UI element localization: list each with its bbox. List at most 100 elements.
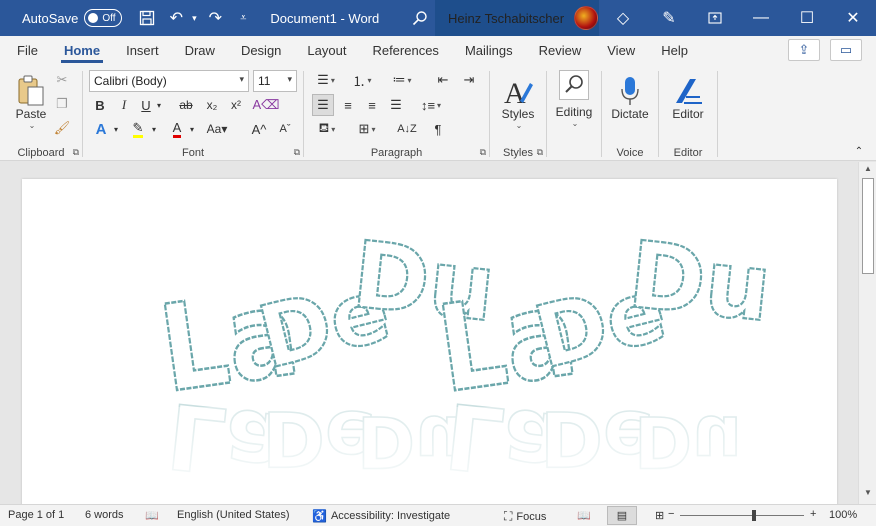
- save-icon[interactable]: [130, 0, 164, 36]
- paste-button[interactable]: Paste ⌄: [14, 71, 48, 130]
- align-center-icon[interactable]: ≡: [338, 94, 358, 116]
- paragraph-launcher-icon[interactable]: ⧉: [480, 147, 486, 158]
- sort-icon[interactable]: A↓Z: [396, 119, 418, 139]
- cut-icon[interactable]: ✂: [54, 71, 70, 89]
- strikethrough-icon[interactable]: ab: [175, 95, 197, 115]
- bold-icon[interactable]: B: [91, 95, 109, 115]
- tab-mailings[interactable]: Mailings: [452, 36, 526, 65]
- format-painter-icon[interactable]: 🖌: [54, 119, 71, 137]
- pilcrow-icon[interactable]: ¶: [430, 119, 446, 139]
- tab-design[interactable]: Design: [228, 36, 294, 65]
- styles-launcher-icon[interactable]: ⧉: [537, 147, 543, 158]
- tab-layout[interactable]: Layout: [294, 36, 359, 65]
- align-right-icon[interactable]: ≡: [362, 94, 382, 116]
- bullets-icon[interactable]: ☰ ▾: [312, 70, 340, 90]
- comments-icon[interactable]: ▭: [830, 39, 862, 61]
- document-page[interactable]: La De Du La De Du La De Du La De Du: [22, 179, 837, 509]
- tab-insert[interactable]: Insert: [113, 36, 172, 65]
- align-left-icon[interactable]: ☰: [312, 94, 334, 116]
- shrink-font-icon[interactable]: Aˇ: [275, 119, 295, 139]
- zoom-slider[interactable]: [680, 515, 804, 516]
- chevron-down-icon[interactable]: ▾: [149, 119, 159, 139]
- dictate-button[interactable]: Dictate: [606, 71, 654, 121]
- redo-icon[interactable]: ↷: [200, 0, 230, 36]
- proofing-icon[interactable]: 📖: [145, 509, 159, 522]
- zoom-out-icon[interactable]: −: [668, 508, 674, 520]
- chevron-down-icon: ⌄: [571, 119, 579, 128]
- paragraph-label: Paragraph: [370, 147, 423, 159]
- tab-review[interactable]: Review: [526, 36, 595, 65]
- styles-label: Styles: [501, 107, 535, 121]
- collapse-ribbon-icon[interactable]: ⌃: [852, 145, 866, 157]
- text-effects-icon[interactable]: A: [91, 119, 111, 139]
- tab-file[interactable]: File: [0, 36, 51, 65]
- chevron-down-icon[interactable]: ▾: [111, 119, 121, 139]
- justify-icon[interactable]: ☰: [386, 94, 406, 116]
- zoom-level[interactable]: 100%: [829, 509, 857, 521]
- grow-font-icon[interactable]: A^: [249, 119, 269, 139]
- wordart-canvas[interactable]: La De Du La De Du La De Du La De Du: [22, 179, 837, 509]
- clear-formatting-icon[interactable]: A⌫: [252, 95, 279, 115]
- borders-icon[interactable]: ⊞ ▾: [352, 119, 382, 139]
- font-color-icon[interactable]: A: [167, 119, 187, 139]
- zoom-in-icon[interactable]: +: [810, 508, 816, 520]
- change-case-icon[interactable]: Aa▾: [201, 119, 233, 139]
- editing-group: Editing ⌄: [547, 65, 601, 161]
- scroll-down-icon[interactable]: ▼: [859, 488, 876, 502]
- focus-button[interactable]: ⛶ Focus: [504, 509, 546, 524]
- accessibility-status[interactable]: ♿ Accessibility: Investigate: [312, 509, 450, 523]
- chevron-down-icon[interactable]: ▾: [153, 95, 165, 115]
- word-count[interactable]: 6 words: [85, 509, 124, 521]
- line-spacing-icon[interactable]: ↕≡ ▾: [416, 94, 446, 116]
- editor-button[interactable]: Editor: [664, 71, 712, 121]
- chevron-down-icon[interactable]: ▾: [187, 119, 197, 139]
- scroll-up-icon[interactable]: ▲: [859, 164, 876, 178]
- ribbon-display-icon[interactable]: [692, 0, 738, 36]
- multilevel-list-icon[interactable]: ≔ ▾: [388, 70, 416, 90]
- tab-help[interactable]: Help: [648, 36, 701, 65]
- numbering-icon[interactable]: ⒈ ▾: [348, 70, 376, 90]
- tab-references[interactable]: References: [359, 36, 451, 65]
- tab-draw[interactable]: Draw: [172, 36, 228, 65]
- web-layout-icon[interactable]: ⊞: [655, 509, 664, 522]
- pen-icon[interactable]: ✎: [646, 0, 692, 36]
- font-name-select[interactable]: Calibri (Body) ▾: [89, 70, 249, 92]
- search-icon[interactable]: [403, 0, 437, 36]
- copy-icon[interactable]: ❐: [54, 95, 70, 113]
- tab-view[interactable]: View: [594, 36, 648, 65]
- diamond-icon[interactable]: ◇: [600, 0, 646, 36]
- close-icon[interactable]: ✕: [830, 0, 876, 36]
- undo-icon[interactable]: ↶: [164, 0, 188, 36]
- shading-icon[interactable]: ⛾ ▾: [312, 119, 342, 139]
- focus-label: Focus: [516, 510, 547, 523]
- page-count[interactable]: Page 1 of 1: [8, 509, 64, 521]
- scroll-thumb[interactable]: [862, 178, 874, 274]
- maximize-icon[interactable]: ☐: [784, 0, 830, 36]
- increase-indent-icon[interactable]: ⇥: [460, 70, 478, 90]
- user-account[interactable]: Heinz Tschabitscher: [435, 0, 599, 36]
- autosave-toggle[interactable]: Off: [84, 9, 123, 27]
- tab-home[interactable]: Home: [51, 36, 113, 65]
- subscript-icon[interactable]: x₂: [203, 95, 221, 115]
- highlight-icon[interactable]: ✎: [127, 119, 149, 139]
- clipboard-launcher-icon[interactable]: ⧉: [73, 147, 79, 158]
- customize-toolbar-icon[interactable]: ⩡: [230, 0, 256, 36]
- zoom-slider-handle[interactable]: [752, 510, 756, 521]
- share-icon[interactable]: ⇪: [788, 39, 820, 61]
- font-size-select[interactable]: 11 ▾: [253, 70, 297, 92]
- autosave-state: Off: [102, 12, 116, 24]
- editing-button[interactable]: Editing ⌄: [551, 69, 597, 128]
- styles-button[interactable]: A Styles ⌄: [496, 71, 540, 130]
- vertical-scrollbar[interactable]: ▲ ▼: [858, 162, 876, 504]
- accessibility-icon: ♿: [312, 509, 327, 523]
- italic-icon[interactable]: I: [115, 95, 133, 115]
- minimize-icon[interactable]: —: [738, 0, 784, 36]
- undo-dropdown-icon[interactable]: ▾: [188, 0, 200, 36]
- read-mode-icon[interactable]: 📖: [577, 509, 591, 522]
- language[interactable]: English (United States): [177, 509, 290, 521]
- decrease-indent-icon[interactable]: ⇤: [434, 70, 452, 90]
- avatar: [574, 6, 599, 30]
- print-layout-icon[interactable]: ▤: [607, 506, 637, 525]
- superscript-icon[interactable]: x²: [227, 95, 245, 115]
- font-launcher-icon[interactable]: ⧉: [294, 147, 300, 158]
